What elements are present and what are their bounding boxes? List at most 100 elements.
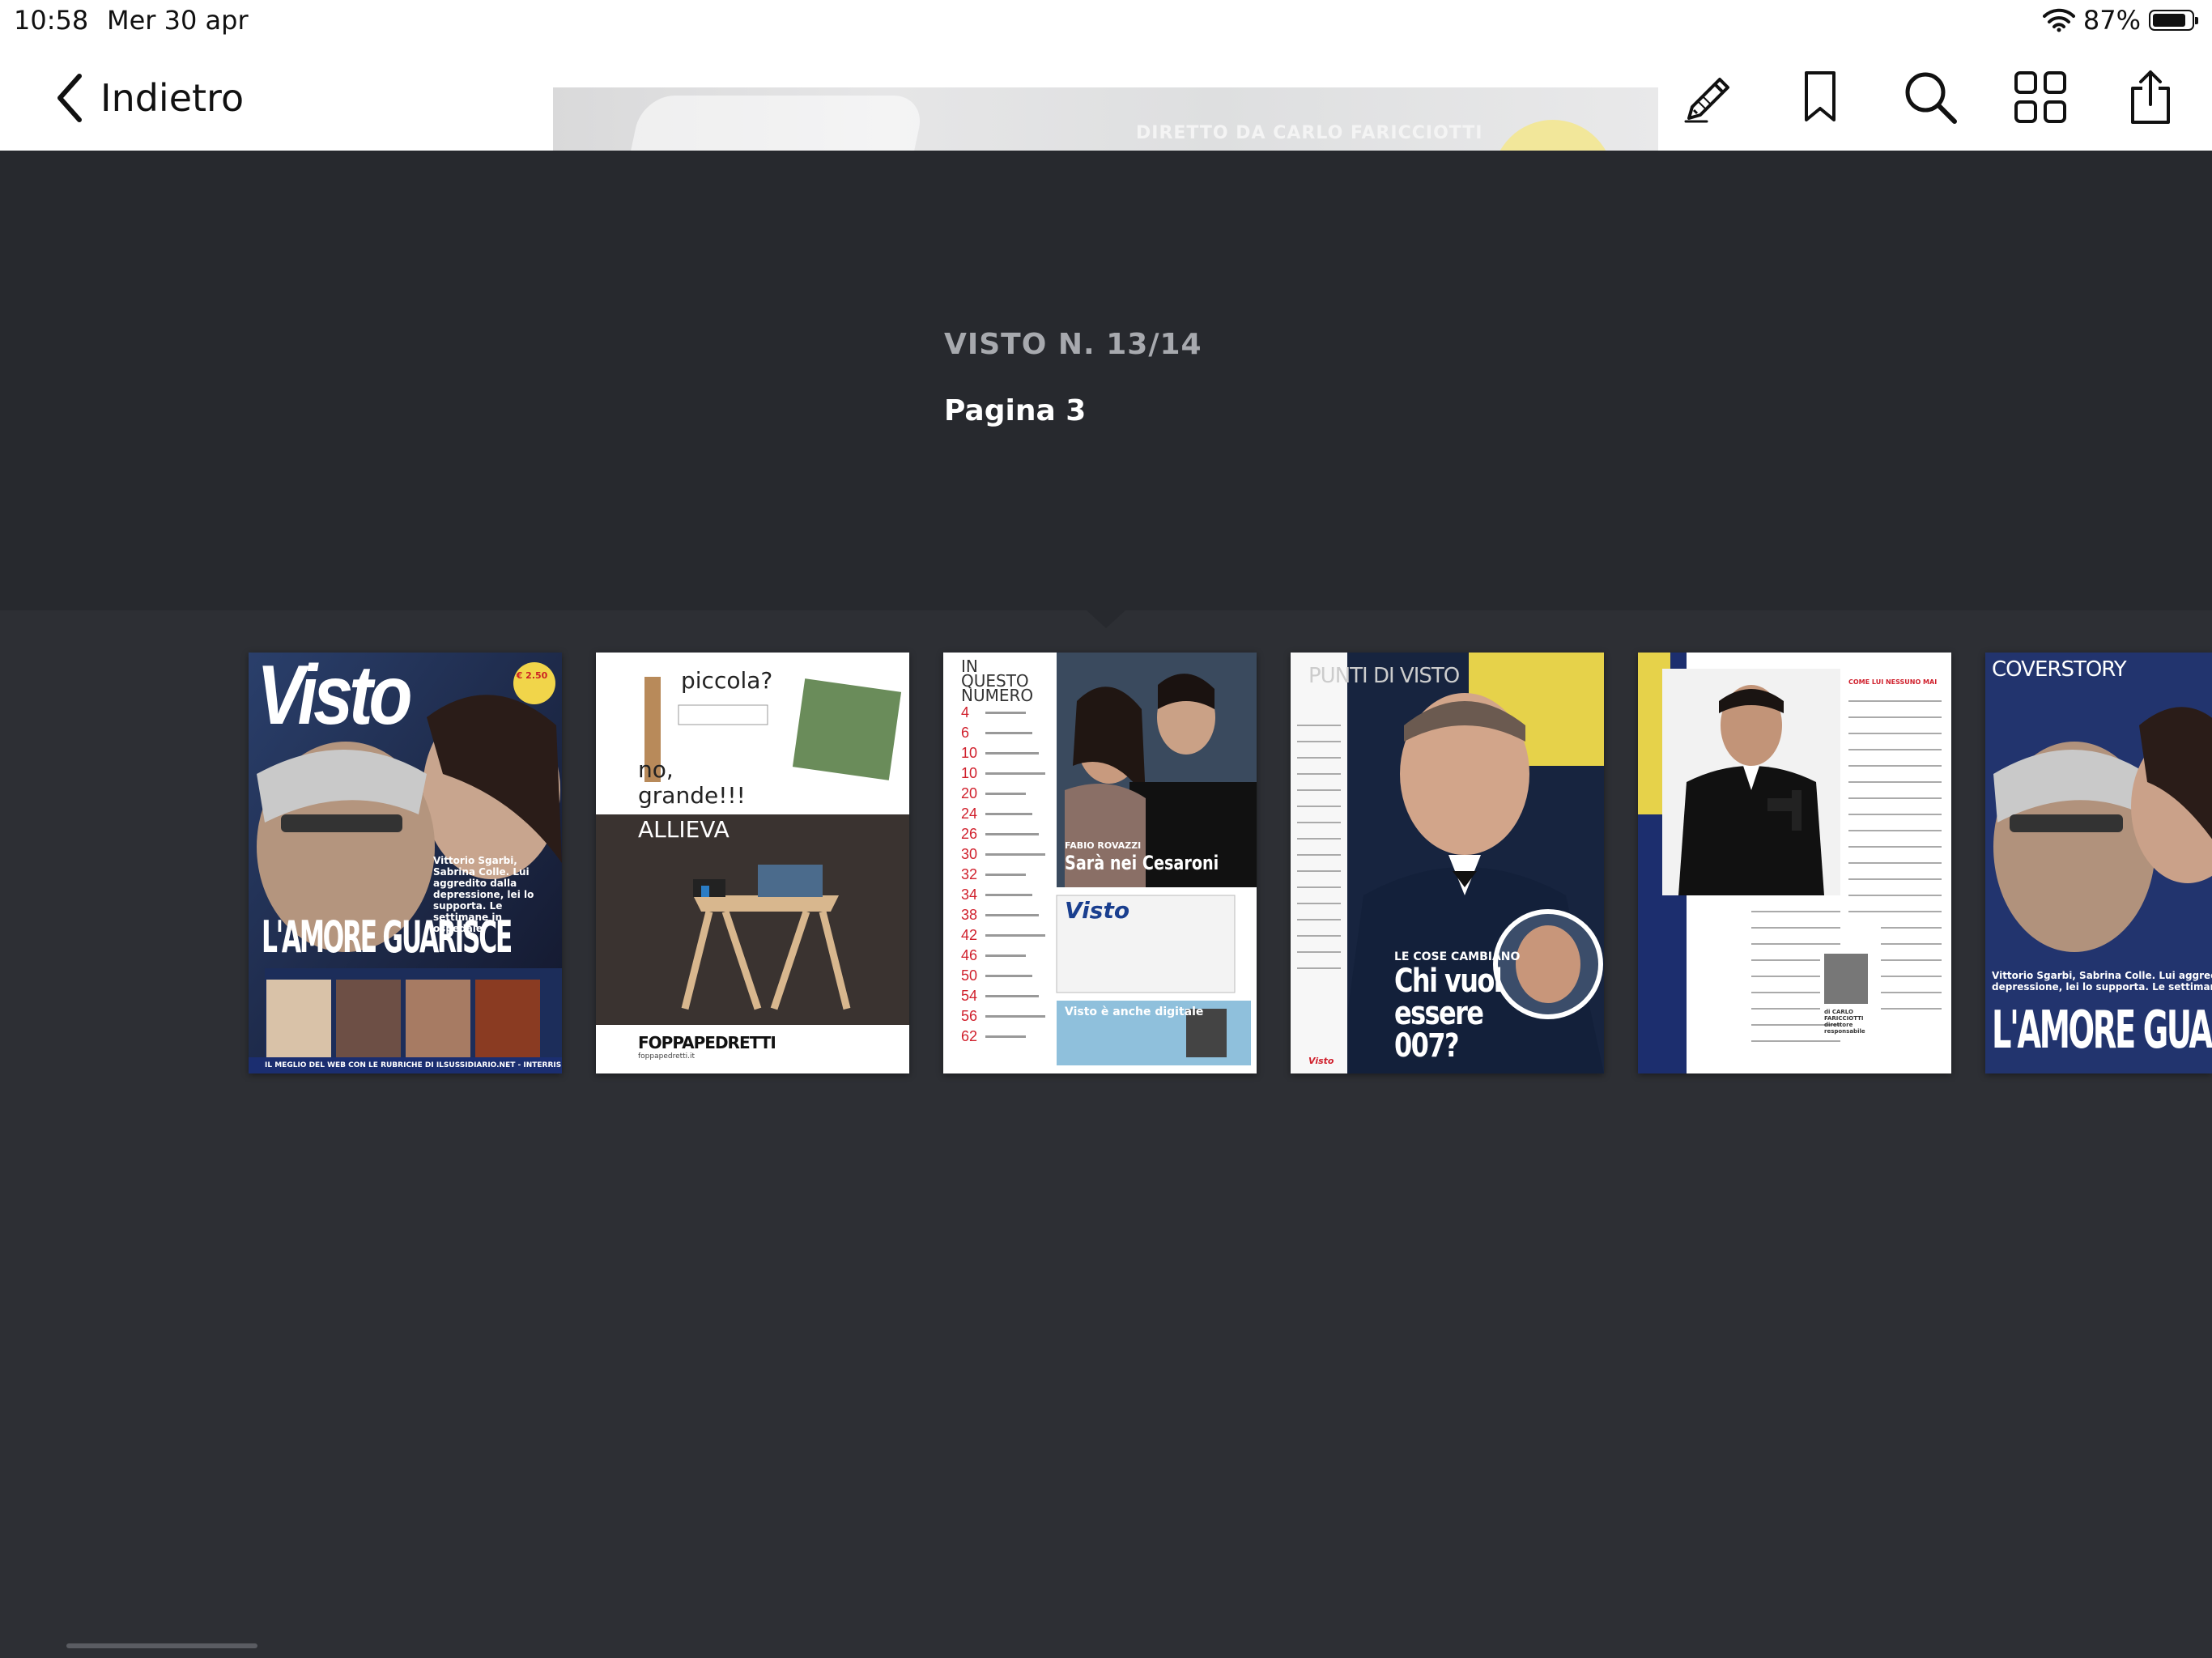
- toc-entry: 42: [961, 925, 1050, 946]
- page-thumbnail-ad[interactable]: piccola? no, grande!!! ALLIEVA FOPPAPEDR…: [596, 653, 909, 1073]
- thumbnails-grid-button[interactable]: [2011, 68, 2069, 126]
- toc-page-number: 20: [961, 785, 978, 801]
- status-time: 10:58: [14, 5, 89, 36]
- story1-logo: Visto: [1308, 1056, 1334, 1066]
- story1-section: PUNTI DI VISTO: [1308, 664, 1460, 688]
- toc-page-number: 10: [961, 745, 978, 761]
- chevron-left-icon: [57, 74, 82, 122]
- toc-feature-headline: Sarà nei Cesaroni: [1065, 852, 1219, 874]
- bookmark-icon: [1805, 71, 1836, 121]
- toc-entry-text: [985, 813, 1032, 815]
- toc-entry-text: [985, 732, 1032, 734]
- toc-entry: 54: [961, 986, 1050, 1006]
- cover-logo: Visto: [257, 653, 412, 742]
- share-icon: [2131, 70, 2170, 124]
- toc-page-number: 62: [961, 1028, 978, 1044]
- ad-artwork: [596, 677, 909, 1025]
- current-page-pointer: [1087, 610, 1125, 628]
- cover-preview-strip: DIRETTO DA CARLO FARICCIOTTI: [553, 87, 1658, 151]
- page-thumbnail-story-2[interactable]: COME LUI NESSUNO MAI Amazon decide il fu…: [1638, 653, 1951, 1073]
- toc-page-number: 56: [961, 1008, 978, 1024]
- toc-entry-text: [985, 975, 1032, 977]
- cover-headline: L'AMORE GUARISCE: [262, 912, 513, 963]
- cover-logo-fragment: [625, 96, 926, 151]
- toc-entry: 50: [961, 966, 1050, 986]
- toc-entry-text: [985, 894, 1032, 896]
- back-button-label: Indietro: [100, 76, 245, 120]
- toc-entry: 30: [961, 844, 1050, 865]
- cover-price: € 2.50: [516, 670, 548, 681]
- page-thumbnail-toc[interactable]: IN QUESTO NUMERO 4 6 10 10 20 24 26 30 32 34 38 42 4…: [943, 653, 1257, 1073]
- coverstory-teaser: Vittorio Sgarbi, Sabrina Colle. Lui aggr…: [1992, 970, 2212, 993]
- toc-entry: 26: [961, 824, 1050, 844]
- toc-page-number: 46: [961, 947, 978, 963]
- toc-entry: 24: [961, 804, 1050, 824]
- bookmark-button[interactable]: [1791, 68, 1849, 126]
- annotate-button[interactable]: [1681, 68, 1739, 126]
- toc-entry-text: [985, 772, 1045, 775]
- page-thumbnail-story-1[interactable]: PUNTI DI VISTO LE COSE CAMBIANO Chi vuol…: [1291, 653, 1604, 1073]
- toc-page-number: 38: [961, 907, 978, 923]
- story1-headline: Chi vuol essere 007?: [1394, 963, 1503, 1065]
- story2-heading: COME LUI NESSUNO MAI: [1848, 678, 1938, 686]
- ad-site: foppapedretti.it: [638, 1052, 696, 1061]
- toc-entry: 10: [961, 763, 1050, 784]
- cover-strip-text: DIRETTO DA CARLO FARICCIOTTI: [1136, 123, 1483, 143]
- toc-entry: 46: [961, 946, 1050, 966]
- battery-icon: [2149, 10, 2198, 31]
- back-button[interactable]: Indietro: [53, 71, 244, 125]
- toc-entry-text: [985, 914, 1039, 916]
- story2-artwork: [1638, 653, 1942, 1073]
- search-button[interactable]: [1901, 68, 1959, 126]
- toc-entry-text: [985, 1035, 1026, 1038]
- toc-entry: 62: [961, 1027, 1050, 1047]
- page-thumbnail-coverstory[interactable]: COVERSTORY Vittorio Sgarbi, Sabrina Coll…: [1985, 653, 2212, 1073]
- toc-entry-text: [985, 874, 1026, 876]
- toc-entry-text: [985, 954, 1026, 957]
- coverstory-headline: L'AMORE GUARISCE: [1992, 1001, 2212, 1061]
- toc-page-number: 34: [961, 886, 978, 903]
- ad-line2: no,: [638, 756, 674, 783]
- cover-price-badge-fragment: [1492, 120, 1614, 151]
- ad-line4: ALLIEVA: [638, 816, 730, 843]
- top-bar: DIRETTO DA CARLO FARICCIOTTI 10:58 Mer 3…: [0, 0, 2212, 151]
- grid-icon: [2014, 71, 2066, 123]
- story1-kicker: LE COSE CAMBIANO: [1394, 950, 1521, 963]
- battery-fill: [2153, 14, 2186, 27]
- toc-entry-text: [985, 995, 1039, 997]
- toc-entry: 32: [961, 865, 1050, 885]
- toc-entry: 4: [961, 703, 1050, 723]
- story2-byline: di CARLO FARICCIOTTI direttore responsab…: [1824, 1009, 1865, 1035]
- toc-digital-label: Visto è anche digitale: [1065, 1005, 1204, 1018]
- toc-entry-text: [985, 853, 1045, 856]
- ad-brand: FOPPAPEDRETTI: [638, 1033, 776, 1052]
- wifi-icon: [2042, 8, 2075, 32]
- toc-entry: 38: [961, 905, 1050, 925]
- toc-feature-names: FABIO ROVAZZI: [1065, 840, 1142, 851]
- toc-page-number: 24: [961, 806, 978, 822]
- toc-page-number: 6: [961, 725, 970, 741]
- toc-page-number: 50: [961, 967, 978, 984]
- page-info-area: [0, 151, 2212, 610]
- coverstory-section: COVERSTORY: [1992, 657, 2127, 682]
- toc-entry-text: [985, 1015, 1045, 1018]
- toc-page-number: 26: [961, 826, 978, 842]
- story2-caption: Amazon decide il futuro di 007: dopo qua…: [1688, 944, 1750, 1069]
- battery-percent: 87%: [2082, 5, 2141, 36]
- toc-entry-text: [985, 712, 1026, 714]
- toc-entry: 10: [961, 743, 1050, 763]
- toc-entry: 56: [961, 1006, 1050, 1027]
- page-thumbnail-cover[interactable]: Visto € 2.50 Vittorio Sgarbi, Sabrina Co…: [249, 653, 562, 1073]
- share-button[interactable]: [2121, 68, 2180, 126]
- toc-entry-text: [985, 793, 1026, 795]
- toc-page-number: 4: [961, 704, 970, 721]
- home-indicator[interactable]: [66, 1643, 257, 1648]
- toc-number-list: 4 6 10 10 20 24 26 30 32 34 38 42 46 50 54 56 62: [961, 703, 1050, 1047]
- toc-logo: Visto: [1065, 897, 1130, 924]
- ad-line3: grande!!!: [638, 782, 746, 809]
- toolbar: [1681, 68, 2180, 126]
- toc-page-number: 30: [961, 846, 978, 862]
- toc-entry-text: [985, 934, 1045, 937]
- toc-entry: 20: [961, 784, 1050, 804]
- issue-title: VISTO N. 13/14: [944, 328, 1202, 361]
